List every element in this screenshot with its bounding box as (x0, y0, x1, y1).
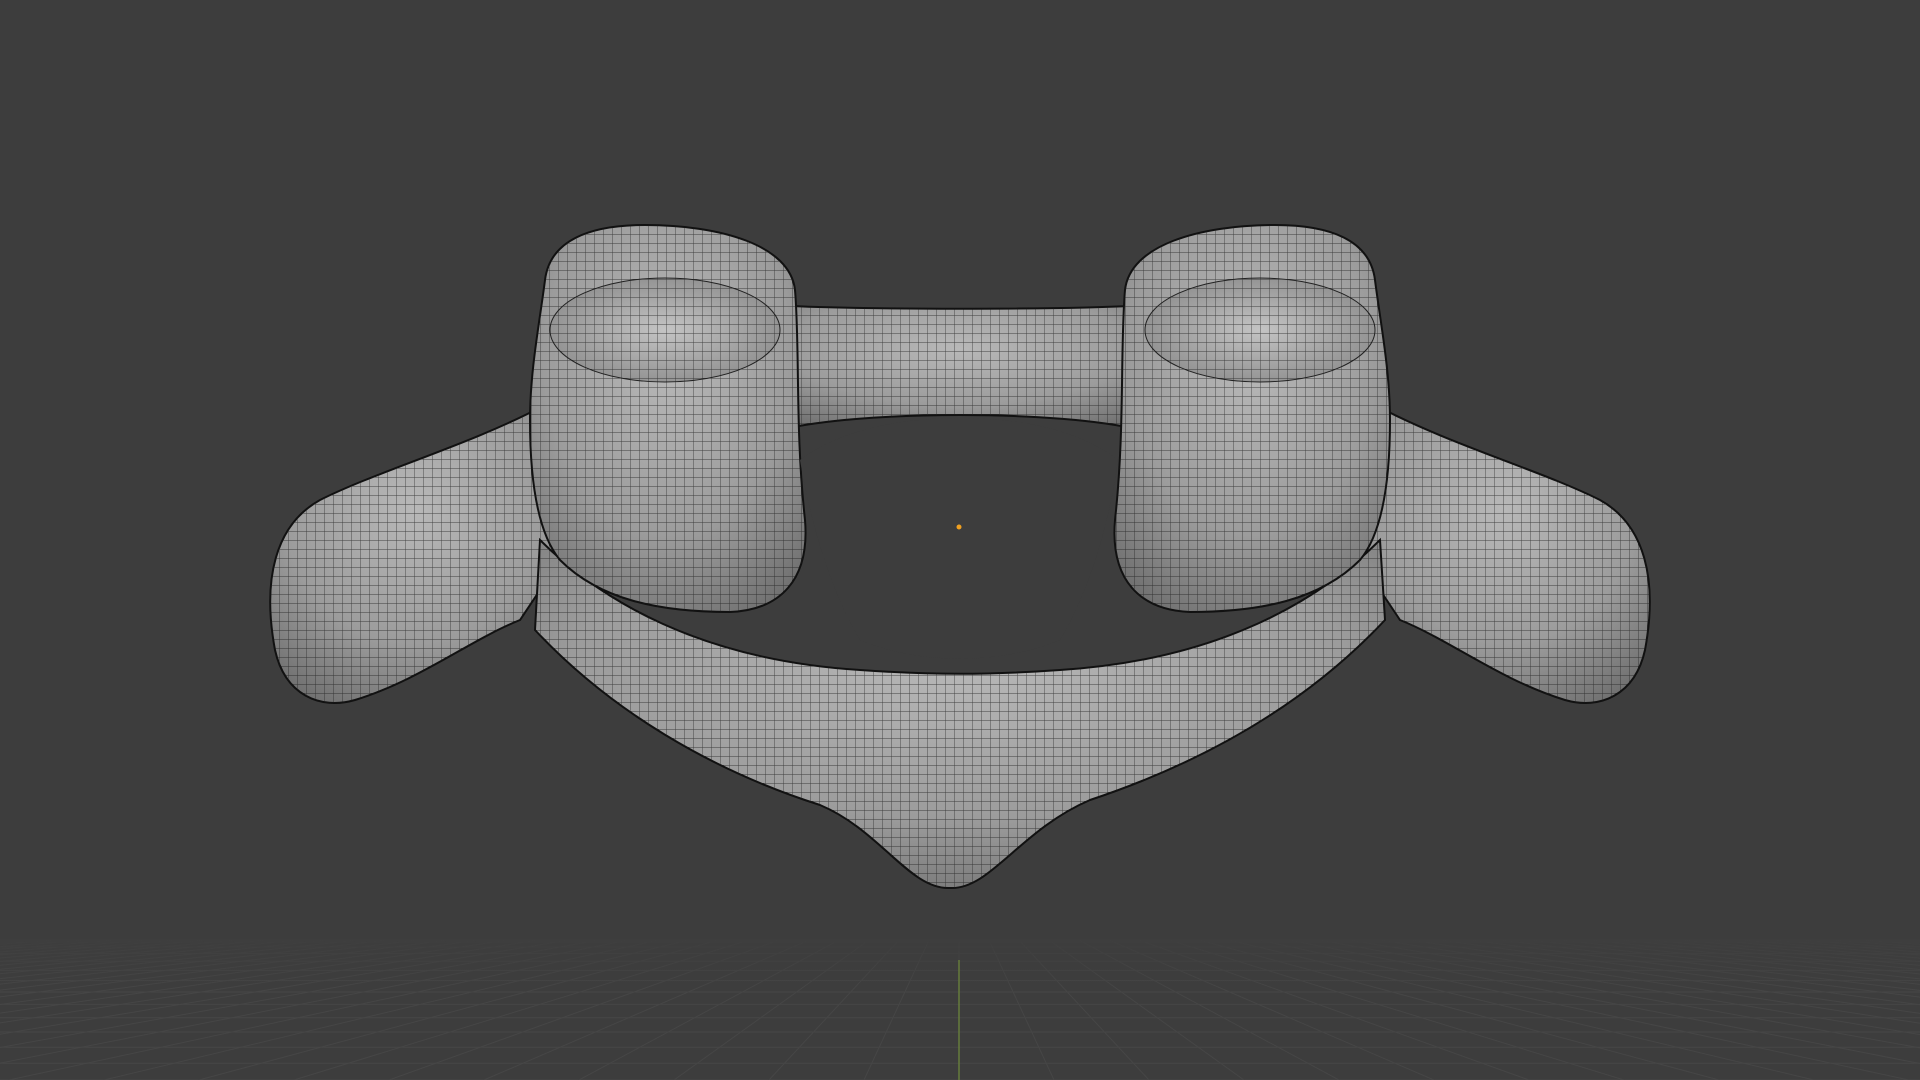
right-articular-facet-wire (1145, 278, 1375, 382)
vertebral-foramen (800, 418, 1118, 659)
viewport-scene[interactable] (0, 0, 1920, 1080)
posterior-arch-wire (770, 305, 1150, 430)
object-origin-point[interactable] (956, 524, 962, 530)
3d-viewport[interactable] (0, 0, 1920, 1080)
atlas-vertebra-mesh[interactable] (269, 223, 1651, 890)
right-transverse-process-wire (1360, 405, 1650, 703)
floor-grid-fade (0, 930, 1920, 990)
left-transverse-process-wire (270, 405, 560, 703)
left-articular-facet-wire (550, 278, 780, 382)
